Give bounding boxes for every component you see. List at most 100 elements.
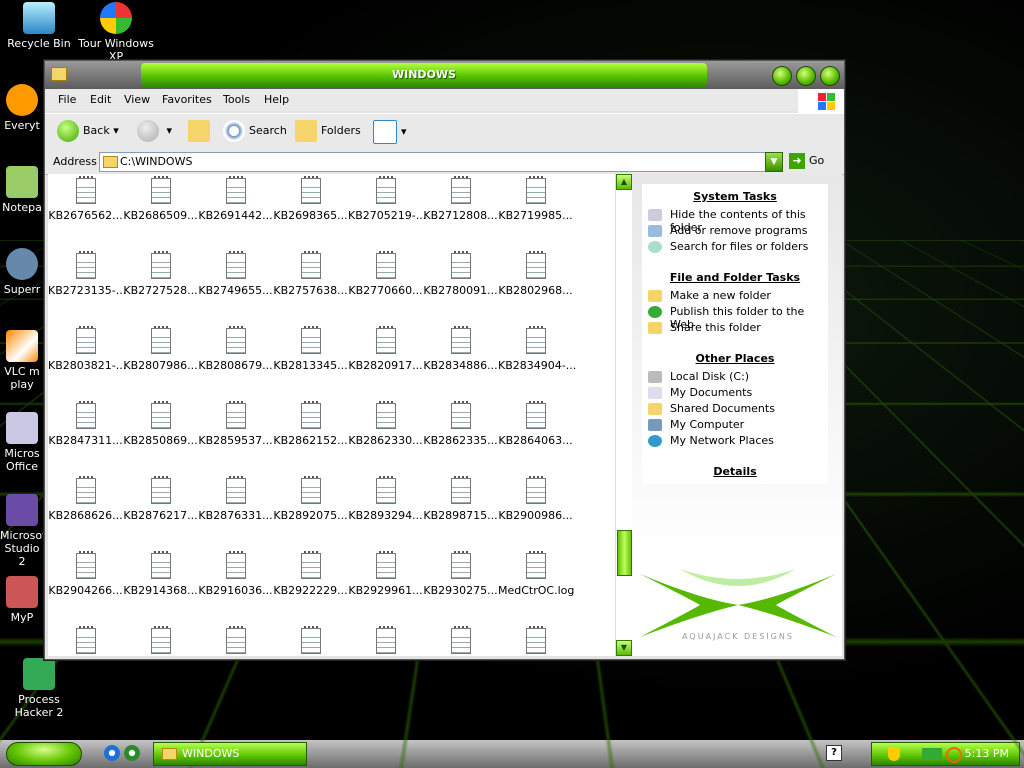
file-item[interactable]: KB2922229...	[273, 551, 348, 597]
file-item[interactable]: KB2803821-...	[48, 326, 126, 372]
desktop-icon-myp[interactable]: MyP	[0, 576, 44, 624]
taskbar-button-windows[interactable]: WINDOWS	[153, 742, 307, 766]
file-item[interactable]: MedCtrOC.log	[498, 551, 574, 597]
file-item[interactable]: KB2719985...	[498, 176, 573, 222]
task-add-remove-programs[interactable]: Add or remove programs	[670, 224, 808, 237]
file-item[interactable]: KB2862335...	[423, 401, 498, 447]
desktop-icon-vlc[interactable]: VLC m play	[0, 330, 44, 391]
internet-explorer-icon[interactable]	[104, 745, 120, 761]
place-shared-documents[interactable]: Shared Documents	[670, 402, 775, 415]
close-button[interactable]	[820, 66, 840, 86]
search-button[interactable]: Search	[223, 120, 287, 142]
file-list[interactable]: KB2676562... KB2686509... KB2691442... KB26…	[48, 174, 615, 656]
file-item[interactable]: KB2834886...	[423, 326, 498, 372]
file-item[interactable]: KB2930275...	[423, 551, 498, 597]
file-item[interactable]: KB2727528...	[123, 251, 198, 297]
file-item[interactable]: KB2691442...	[198, 176, 273, 222]
file-folder-tasks-heading[interactable]: File and Folder Tasks	[642, 271, 828, 284]
file-item[interactable]: KB2749655...	[198, 251, 273, 297]
place-my-computer[interactable]: My Computer	[670, 418, 744, 431]
desktop-icon-everything[interactable]: Everyt	[0, 84, 44, 132]
vertical-scrollbar[interactable]: ▲ ▼	[615, 174, 632, 656]
file-item[interactable]	[273, 626, 348, 656]
forward-button[interactable]: ▾	[137, 120, 172, 142]
scroll-down-button[interactable]: ▼	[616, 640, 632, 656]
file-item[interactable]	[123, 626, 198, 656]
file-item[interactable]: KB2712808...	[423, 176, 498, 222]
file-item[interactable]: KB2757638...	[273, 251, 348, 297]
file-item[interactable]: KB2834904-...	[498, 326, 576, 372]
place-my-network-places[interactable]: My Network Places	[670, 434, 774, 447]
desktop-icon-process-hacker[interactable]: Process Hacker 2	[0, 658, 78, 719]
file-item[interactable]: KB2929961...	[348, 551, 423, 597]
file-item[interactable]: KB2802968...	[498, 251, 573, 297]
file-item[interactable]: KB2862330...	[348, 401, 423, 447]
task-share-folder[interactable]: Share this folder	[670, 321, 761, 334]
file-item[interactable]: KB2808679...	[198, 326, 273, 372]
start-button[interactable]	[6, 742, 82, 766]
search-tray-icon[interactable]	[946, 747, 962, 763]
menu-view[interactable]: View	[124, 93, 150, 106]
network-icon[interactable]	[922, 748, 942, 760]
file-item[interactable]: KB2916036...	[198, 551, 273, 597]
file-item[interactable]	[198, 626, 273, 656]
minimize-button[interactable]	[772, 66, 792, 86]
file-item[interactable]: KB2820917...	[348, 326, 423, 372]
scroll-thumb[interactable]	[617, 530, 632, 576]
file-item[interactable]: KB2892075...	[273, 476, 348, 522]
file-item[interactable]: KB2862152...	[273, 401, 348, 447]
file-item[interactable]	[423, 626, 498, 656]
file-item[interactable]: KB2898715...	[423, 476, 498, 522]
file-item[interactable]: KB2876217...	[123, 476, 198, 522]
desktop-icon-office[interactable]: Micros Office	[0, 412, 44, 473]
file-item[interactable]: KB2893294...	[348, 476, 423, 522]
desktop-icon-notepad[interactable]: Notepa	[0, 166, 44, 214]
quick-launch-icon[interactable]	[124, 745, 140, 761]
menu-edit[interactable]: Edit	[90, 93, 111, 106]
help-icon[interactable]: ?	[826, 745, 842, 761]
file-item[interactable]: KB2686509...	[123, 176, 198, 222]
file-item[interactable]: KB2904266...	[48, 551, 123, 597]
desktop-icon-tour-windows[interactable]: Tour Windows XP	[77, 2, 155, 63]
file-item[interactable]: KB2864063...	[498, 401, 573, 447]
file-item[interactable]: KB2850869...	[123, 401, 198, 447]
file-item[interactable]: KB2676562...	[48, 176, 123, 222]
back-button[interactable]: Back ▾	[57, 120, 119, 142]
views-button[interactable]: ▾	[373, 120, 407, 144]
up-folder-button[interactable]	[188, 120, 214, 142]
maximize-button[interactable]	[796, 66, 816, 86]
file-item[interactable]: KB2847311...	[48, 401, 123, 447]
file-item[interactable]	[498, 626, 573, 656]
file-item[interactable]: KB2723135-...	[48, 251, 126, 297]
address-dropdown-button[interactable]: ▼	[765, 152, 783, 172]
title-bar[interactable]: WINDOWS	[45, 61, 844, 89]
folders-button[interactable]: Folders	[295, 120, 361, 142]
place-my-documents[interactable]: My Documents	[670, 386, 752, 399]
system-tasks-heading[interactable]: System Tasks	[642, 190, 828, 203]
desktop-icon-visual-studio[interactable]: Microsoft Studio 2	[0, 494, 50, 568]
file-item[interactable]: KB2859537...	[198, 401, 273, 447]
file-item[interactable]: KB2698365...	[273, 176, 348, 222]
file-item[interactable]: KB2807986...	[123, 326, 198, 372]
menu-favorites[interactable]: Favorites	[162, 93, 212, 106]
file-item[interactable]: KB2770660...	[348, 251, 423, 297]
file-item[interactable]: KB2813345...	[273, 326, 348, 372]
clock[interactable]: 5:13 PM	[965, 747, 1009, 760]
file-item[interactable]: KB2868626...	[48, 476, 123, 522]
folder-icon[interactable]	[51, 67, 67, 81]
security-shield-icon[interactable]	[888, 747, 900, 761]
desktop-icon-super[interactable]: Superr	[0, 248, 44, 296]
details-heading[interactable]: Details	[642, 465, 828, 478]
go-button[interactable]: ➜ Go	[789, 153, 824, 169]
desktop-icon-recycle-bin[interactable]: Recycle Bin	[0, 2, 78, 50]
menu-tools[interactable]: Tools	[223, 93, 250, 106]
other-places-heading[interactable]: Other Places	[642, 352, 828, 365]
menu-file[interactable]: File	[58, 93, 76, 106]
task-search-files[interactable]: Search for files or folders	[670, 240, 808, 253]
file-item[interactable]: KB2876331...	[198, 476, 273, 522]
file-item[interactable]	[348, 626, 423, 656]
file-item[interactable]: KB2900986...	[498, 476, 573, 522]
file-item[interactable]: KB2780091...	[423, 251, 498, 297]
file-item[interactable]	[48, 626, 123, 656]
file-item[interactable]: KB2914368...	[123, 551, 198, 597]
